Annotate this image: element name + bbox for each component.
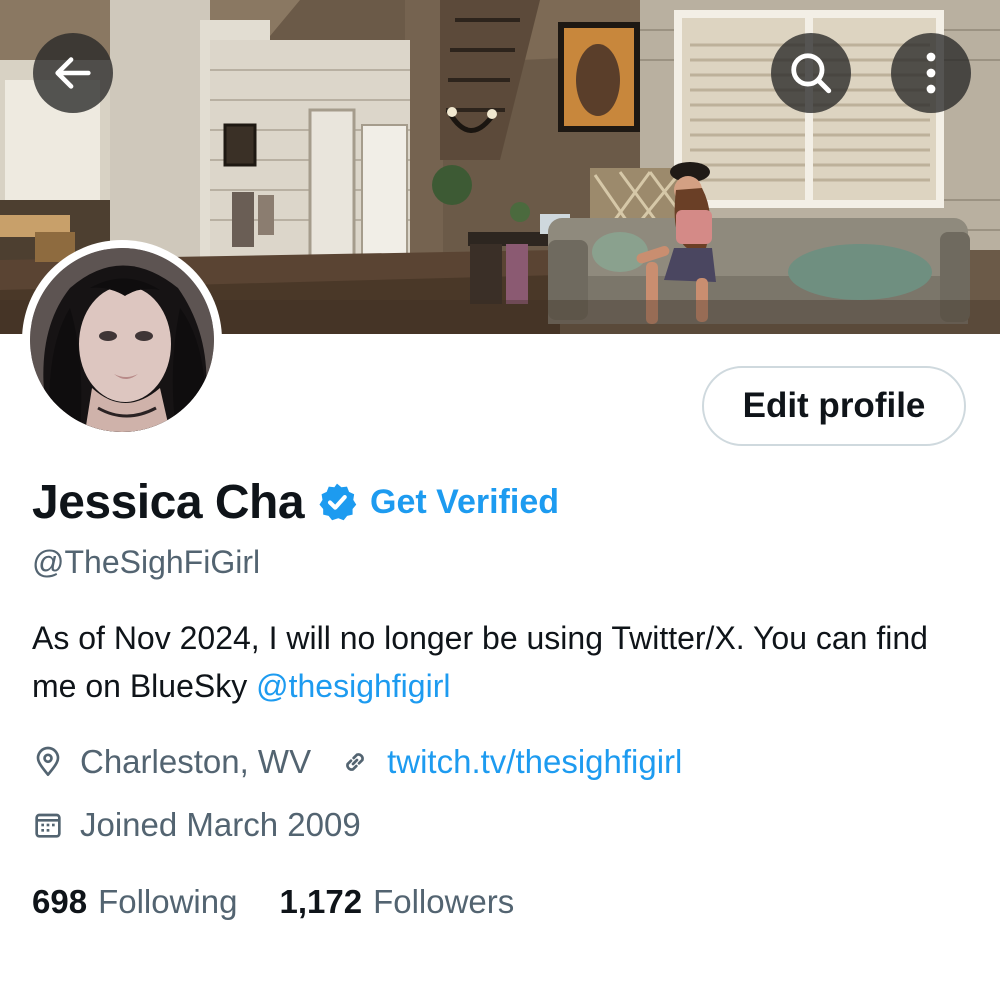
followers-label: Followers xyxy=(373,883,515,920)
search-icon xyxy=(786,48,836,98)
edit-profile-button[interactable]: Edit profile xyxy=(702,366,966,446)
profile-page: Edit profile Jessica Cha Get Verified @T… xyxy=(0,0,1000,984)
arrow-left-icon xyxy=(50,50,96,96)
more-options-button[interactable] xyxy=(891,33,971,113)
avatar[interactable] xyxy=(22,240,222,440)
verified-badge-icon[interactable] xyxy=(316,481,358,523)
profile-meta-row: Charleston, WV twitch.tv/thesighfigirl xyxy=(32,740,682,784)
following-link[interactable]: 698 Following xyxy=(32,883,237,921)
avatar-image xyxy=(30,248,214,432)
website-link[interactable]: twitch.tv/thesighfigirl xyxy=(387,743,682,781)
following-count: 698 xyxy=(32,883,88,920)
following-label: Following xyxy=(98,883,238,920)
followers-link[interactable]: 1,172 Followers xyxy=(279,883,514,921)
website-group: twitch.tv/thesighfigirl xyxy=(339,743,682,781)
user-handle: @TheSighFiGirl xyxy=(32,544,261,580)
joined-row: Joined March 2009 xyxy=(32,803,361,847)
link-icon xyxy=(339,746,371,778)
joined-text: Joined March 2009 xyxy=(80,806,361,843)
get-verified-link[interactable]: Get Verified xyxy=(370,483,559,522)
back-button[interactable] xyxy=(33,33,113,113)
calendar-icon xyxy=(32,809,64,841)
more-vertical-icon xyxy=(923,49,939,97)
follow-counts: 698 Following 1,172 Followers xyxy=(32,880,514,924)
location-text: Charleston, WV xyxy=(80,743,312,780)
bio-mention-link[interactable]: @thesighfigirl xyxy=(256,668,450,704)
edit-profile-label: Edit profile xyxy=(742,386,926,425)
search-button[interactable] xyxy=(771,33,851,113)
followers-count: 1,172 xyxy=(279,883,363,920)
bio-text: As of Nov 2024, I will no longer be usin… xyxy=(32,620,928,704)
bio: As of Nov 2024, I will no longer be usin… xyxy=(32,614,972,710)
display-name: Jessica Cha xyxy=(32,475,305,529)
location-pin-icon xyxy=(32,746,64,778)
name-row: Jessica Cha Get Verified xyxy=(32,472,559,532)
